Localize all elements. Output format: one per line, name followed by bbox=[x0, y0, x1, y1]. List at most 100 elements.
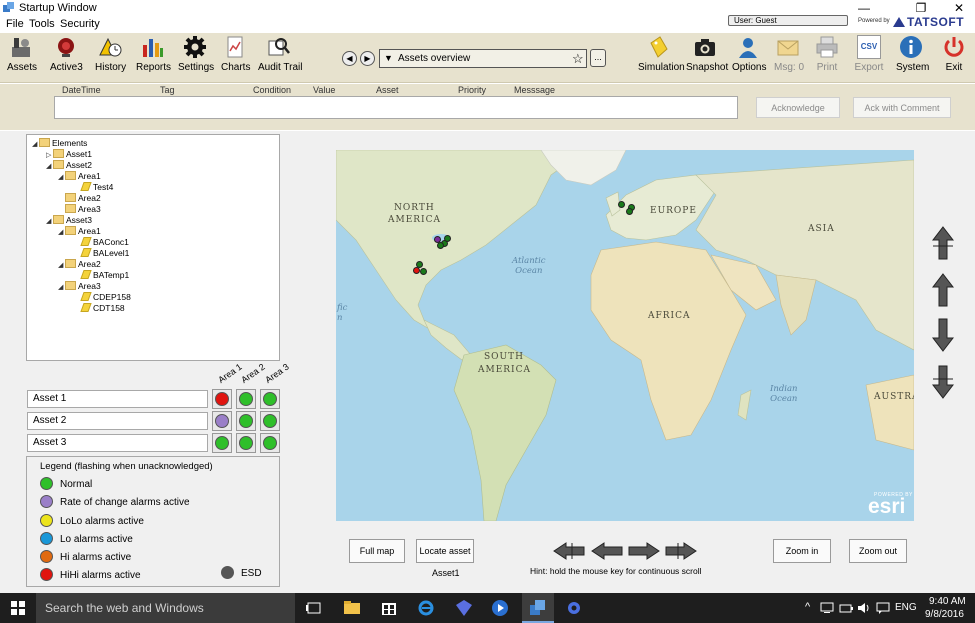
toolbar-simulation-button[interactable]: Simulation bbox=[638, 35, 685, 79]
scroll-down-fast-arrow-icon[interactable] bbox=[932, 365, 954, 399]
more-button[interactable]: ... bbox=[590, 49, 606, 67]
full-map-button[interactable]: Full map bbox=[349, 539, 405, 563]
tree-node-batemp1[interactable]: BATemp1 bbox=[80, 270, 129, 280]
status-led-cell[interactable] bbox=[236, 433, 256, 453]
scroll-left-fast-arrow-icon[interactable] bbox=[553, 542, 585, 560]
scroll-down-arrow-icon[interactable] bbox=[932, 318, 954, 352]
nav-back-button[interactable]: ◀ bbox=[342, 51, 357, 66]
tray-battery-icon[interactable] bbox=[839, 602, 853, 614]
windows-start-icon[interactable] bbox=[11, 601, 25, 615]
ack-with-comment-button[interactable]: Ack with Comment bbox=[853, 97, 951, 118]
asset-row-1[interactable]: Asset 1 bbox=[27, 390, 208, 408]
tree-node-asset1[interactable]: ▷ Asset1 bbox=[46, 149, 92, 159]
task-view-icon[interactable] bbox=[306, 600, 322, 616]
file-explorer-icon[interactable] bbox=[344, 600, 360, 616]
status-led-cell[interactable] bbox=[212, 389, 232, 409]
tatsoft-logo-icon bbox=[893, 17, 905, 27]
toolbar-settings-button[interactable]: Settings bbox=[178, 35, 214, 79]
tree-node-cdt158[interactable]: CDT158 bbox=[80, 303, 125, 313]
map-marker[interactable] bbox=[420, 268, 427, 275]
toolbar-exit-button[interactable]: Exit bbox=[940, 35, 968, 79]
tree-node-asset3-area1[interactable]: ◢ Area1 bbox=[58, 226, 101, 236]
minimize-button[interactable]: — bbox=[848, 0, 880, 17]
tray-network-icon[interactable] bbox=[820, 602, 834, 614]
status-dot-icon bbox=[40, 495, 53, 508]
taskbar-active-app[interactable] bbox=[522, 593, 554, 623]
status-led-cell[interactable] bbox=[260, 433, 280, 453]
tray-date[interactable]: 9/8/2016 bbox=[925, 609, 964, 620]
store-icon[interactable] bbox=[381, 600, 397, 616]
tree-node-elements[interactable]: ◢ Elements bbox=[32, 138, 87, 148]
tray-volume-icon[interactable] bbox=[857, 602, 871, 614]
settings-app-icon[interactable] bbox=[566, 600, 582, 616]
asset-row-3[interactable]: Asset 3 bbox=[27, 434, 208, 452]
tree-node-cdep158[interactable]: CDEP158 bbox=[80, 292, 131, 302]
acknowledge-button[interactable]: Acknowledge bbox=[756, 97, 840, 118]
zoom-out-button[interactable]: Zoom out bbox=[849, 539, 907, 563]
map-label-north: NORTH bbox=[394, 203, 435, 213]
toolbar-audit-trail-button[interactable]: Audit Trail bbox=[258, 35, 302, 79]
toolbar-export-button[interactable]: CSV Export bbox=[854, 35, 884, 79]
asset-tree[interactable]: ◢ Elements ▷ Asset1 ◢ Asset2 ◢ Area1 Test4 A… bbox=[26, 134, 280, 361]
tray-time[interactable]: 9:40 AM bbox=[929, 596, 966, 607]
locate-asset-button[interactable]: Locate asset bbox=[416, 539, 474, 563]
scroll-up-fast-arrow-icon[interactable] bbox=[932, 226, 954, 260]
nav-forward-button[interactable]: ▶ bbox=[360, 51, 375, 66]
status-led-cell[interactable] bbox=[260, 389, 280, 409]
taskbar-search[interactable]: Search the web and Windows bbox=[36, 593, 295, 623]
tray-language[interactable]: ENG bbox=[895, 602, 917, 613]
alarm-list[interactable] bbox=[54, 96, 738, 119]
toolbar-history-button[interactable]: History bbox=[95, 35, 126, 79]
status-led-cell[interactable] bbox=[260, 411, 280, 431]
tree-node-balevel1[interactable]: BALevel1 bbox=[80, 248, 129, 258]
toolbar-print-button[interactable]: Print bbox=[814, 35, 840, 79]
tree-node-test4[interactable]: Test4 bbox=[80, 182, 113, 192]
world-map[interactable]: NORTH AMERICA EUROPE ASIA AFRICA SOUTH A… bbox=[336, 150, 914, 521]
asset-row-2[interactable]: Asset 2 bbox=[27, 412, 208, 430]
tray-chevron-up-icon[interactable]: ^ bbox=[805, 601, 810, 613]
toolbar-snapshot-button[interactable]: Snapshot bbox=[686, 35, 728, 79]
tree-node-asset2-area1[interactable]: ◢ Area1 bbox=[58, 171, 101, 181]
tree-node-asset2[interactable]: ◢ Asset2 bbox=[46, 160, 92, 170]
tree-node-asset2-area2[interactable]: Area2 bbox=[65, 193, 101, 203]
map-marker[interactable] bbox=[444, 235, 451, 242]
toolbar-charts-button[interactable]: Charts bbox=[221, 35, 250, 79]
menu-file[interactable]: File bbox=[6, 18, 24, 30]
map-marker[interactable] bbox=[618, 201, 625, 208]
toolbar-messages-button[interactable]: Msg: 0 bbox=[774, 35, 804, 79]
scroll-left-arrow-icon[interactable] bbox=[591, 542, 623, 560]
toolbar-options-button[interactable]: Options bbox=[732, 35, 766, 79]
tree-node-baconc1[interactable]: BAConc1 bbox=[80, 237, 129, 247]
toolbar-reports-button[interactable]: Reports bbox=[136, 35, 171, 79]
media-player-icon[interactable] bbox=[492, 600, 508, 616]
scroll-right-arrow-icon[interactable] bbox=[628, 542, 660, 560]
menu-security[interactable]: Security bbox=[60, 18, 100, 30]
tree-node-asset3[interactable]: ◢ Asset3 bbox=[46, 215, 92, 225]
app-cube-icon[interactable] bbox=[456, 600, 472, 616]
page-selector[interactable]: ▼ Assets overview ☆ bbox=[379, 49, 587, 68]
internet-explorer-icon[interactable] bbox=[418, 600, 434, 616]
status-led-cell[interactable] bbox=[212, 411, 232, 431]
menu-tools[interactable]: Tools bbox=[29, 18, 55, 30]
status-led-cell[interactable] bbox=[236, 411, 256, 431]
tree-node-asset2-area3[interactable]: Area3 bbox=[65, 204, 101, 214]
zoom-in-button[interactable]: Zoom in bbox=[773, 539, 831, 563]
tree-node-asset3-area2[interactable]: ◢ Area2 bbox=[58, 259, 101, 269]
reports-icon bbox=[143, 39, 163, 57]
status-led-cell[interactable] bbox=[236, 389, 256, 409]
tray-message-icon[interactable] bbox=[876, 602, 890, 614]
scroll-up-arrow-icon[interactable] bbox=[932, 273, 954, 307]
toolbar-active-alarms-button[interactable]: Active3 bbox=[50, 35, 83, 79]
scroll-right-fast-arrow-icon[interactable] bbox=[665, 542, 697, 560]
tree-node-asset3-area3[interactable]: ◢ Area3 bbox=[58, 281, 101, 291]
toolbar-assets-button[interactable]: Assets bbox=[7, 35, 37, 79]
charts-icon bbox=[227, 36, 243, 58]
favorite-star-icon[interactable]: ☆ bbox=[572, 51, 584, 67]
map-marker[interactable] bbox=[413, 267, 420, 274]
legend-item-lo: Lo alarms active bbox=[40, 532, 133, 545]
map-marker[interactable] bbox=[626, 208, 633, 215]
status-led-cell[interactable] bbox=[212, 433, 232, 453]
status-led bbox=[215, 392, 229, 406]
map-marker[interactable] bbox=[437, 242, 444, 249]
toolbar-system-button[interactable]: System bbox=[896, 35, 929, 79]
